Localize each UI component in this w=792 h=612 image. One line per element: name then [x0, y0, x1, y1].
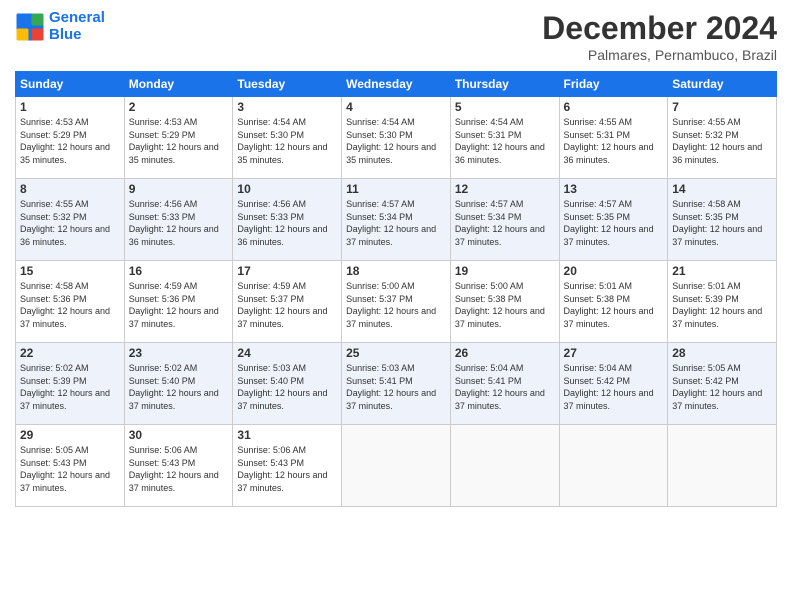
list-item: 25 Sunrise: 5:03 AMSunset: 5:41 PMDaylig… — [342, 343, 451, 425]
col-wednesday: Wednesday — [342, 72, 451, 97]
list-item: 16 Sunrise: 4:59 AMSunset: 5:36 PMDaylig… — [124, 261, 233, 343]
list-item: 5 Sunrise: 4:54 AMSunset: 5:31 PMDayligh… — [450, 97, 559, 179]
list-item: 10 Sunrise: 4:56 AMSunset: 5:33 PMDaylig… — [233, 179, 342, 261]
month-title: December 2024 — [542, 10, 777, 47]
list-item: 3 Sunrise: 4:54 AMSunset: 5:30 PMDayligh… — [233, 97, 342, 179]
location: Palmares, Pernambuco, Brazil — [542, 47, 777, 63]
table-row: 8 Sunrise: 4:55 AMSunset: 5:32 PMDayligh… — [16, 179, 777, 261]
list-item: 7 Sunrise: 4:55 AMSunset: 5:32 PMDayligh… — [668, 97, 777, 179]
list-item: 4 Sunrise: 4:54 AMSunset: 5:30 PMDayligh… — [342, 97, 451, 179]
table-row: 22 Sunrise: 5:02 AMSunset: 5:39 PMDaylig… — [16, 343, 777, 425]
list-item: 20 Sunrise: 5:01 AMSunset: 5:38 PMDaylig… — [559, 261, 668, 343]
list-item: 23 Sunrise: 5:02 AMSunset: 5:40 PMDaylig… — [124, 343, 233, 425]
list-item: 8 Sunrise: 4:55 AMSunset: 5:32 PMDayligh… — [16, 179, 125, 261]
calendar-table: Sunday Monday Tuesday Wednesday Thursday… — [15, 71, 777, 507]
list-item: 1 Sunrise: 4:53 AMSunset: 5:29 PMDayligh… — [16, 97, 125, 179]
list-item: 17 Sunrise: 4:59 AMSunset: 5:37 PMDaylig… — [233, 261, 342, 343]
list-item: 24 Sunrise: 5:03 AMSunset: 5:40 PMDaylig… — [233, 343, 342, 425]
list-item: 13 Sunrise: 4:57 AMSunset: 5:35 PMDaylig… — [559, 179, 668, 261]
table-row: 1 Sunrise: 4:53 AMSunset: 5:29 PMDayligh… — [16, 97, 777, 179]
col-thursday: Thursday — [450, 72, 559, 97]
list-item: 6 Sunrise: 4:55 AMSunset: 5:31 PMDayligh… — [559, 97, 668, 179]
col-monday: Monday — [124, 72, 233, 97]
title-area: December 2024 Palmares, Pernambuco, Braz… — [542, 10, 777, 63]
list-item: 22 Sunrise: 5:02 AMSunset: 5:39 PMDaylig… — [16, 343, 125, 425]
col-tuesday: Tuesday — [233, 72, 342, 97]
list-item: 14 Sunrise: 4:58 AMSunset: 5:35 PMDaylig… — [668, 179, 777, 261]
empty-cell — [450, 425, 559, 507]
logo-icon — [15, 12, 45, 42]
empty-cell — [559, 425, 668, 507]
page-container: General Blue December 2024 Palmares, Per… — [0, 0, 792, 612]
list-item: 12 Sunrise: 4:57 AMSunset: 5:34 PMDaylig… — [450, 179, 559, 261]
list-item: 26 Sunrise: 5:04 AMSunset: 5:41 PMDaylig… — [450, 343, 559, 425]
col-sunday: Sunday — [16, 72, 125, 97]
calendar-header-row: Sunday Monday Tuesday Wednesday Thursday… — [16, 72, 777, 97]
list-item: 21 Sunrise: 5:01 AMSunset: 5:39 PMDaylig… — [668, 261, 777, 343]
list-item: 19 Sunrise: 5:00 AMSunset: 5:38 PMDaylig… — [450, 261, 559, 343]
empty-cell — [668, 425, 777, 507]
logo-line1: General — [49, 10, 105, 27]
list-item: 27 Sunrise: 5:04 AMSunset: 5:42 PMDaylig… — [559, 343, 668, 425]
list-item: 28 Sunrise: 5:05 AMSunset: 5:42 PMDaylig… — [668, 343, 777, 425]
logo-text-block: General Blue — [49, 10, 105, 43]
col-saturday: Saturday — [668, 72, 777, 97]
list-item: 31 Sunrise: 5:06 AMSunset: 5:43 PMDaylig… — [233, 425, 342, 507]
list-item: 9 Sunrise: 4:56 AMSunset: 5:33 PMDayligh… — [124, 179, 233, 261]
header: General Blue December 2024 Palmares, Per… — [15, 10, 777, 63]
list-item: 11 Sunrise: 4:57 AMSunset: 5:34 PMDaylig… — [342, 179, 451, 261]
empty-cell — [342, 425, 451, 507]
logo-line2: Blue — [49, 27, 105, 44]
col-friday: Friday — [559, 72, 668, 97]
table-row: 29 Sunrise: 5:05 AMSunset: 5:43 PMDaylig… — [16, 425, 777, 507]
list-item: 15 Sunrise: 4:58 AMSunset: 5:36 PMDaylig… — [16, 261, 125, 343]
list-item: 30 Sunrise: 5:06 AMSunset: 5:43 PMDaylig… — [124, 425, 233, 507]
table-row: 15 Sunrise: 4:58 AMSunset: 5:36 PMDaylig… — [16, 261, 777, 343]
list-item: 18 Sunrise: 5:00 AMSunset: 5:37 PMDaylig… — [342, 261, 451, 343]
list-item: 2 Sunrise: 4:53 AMSunset: 5:29 PMDayligh… — [124, 97, 233, 179]
list-item: 29 Sunrise: 5:05 AMSunset: 5:43 PMDaylig… — [16, 425, 125, 507]
logo: General Blue — [15, 10, 105, 43]
